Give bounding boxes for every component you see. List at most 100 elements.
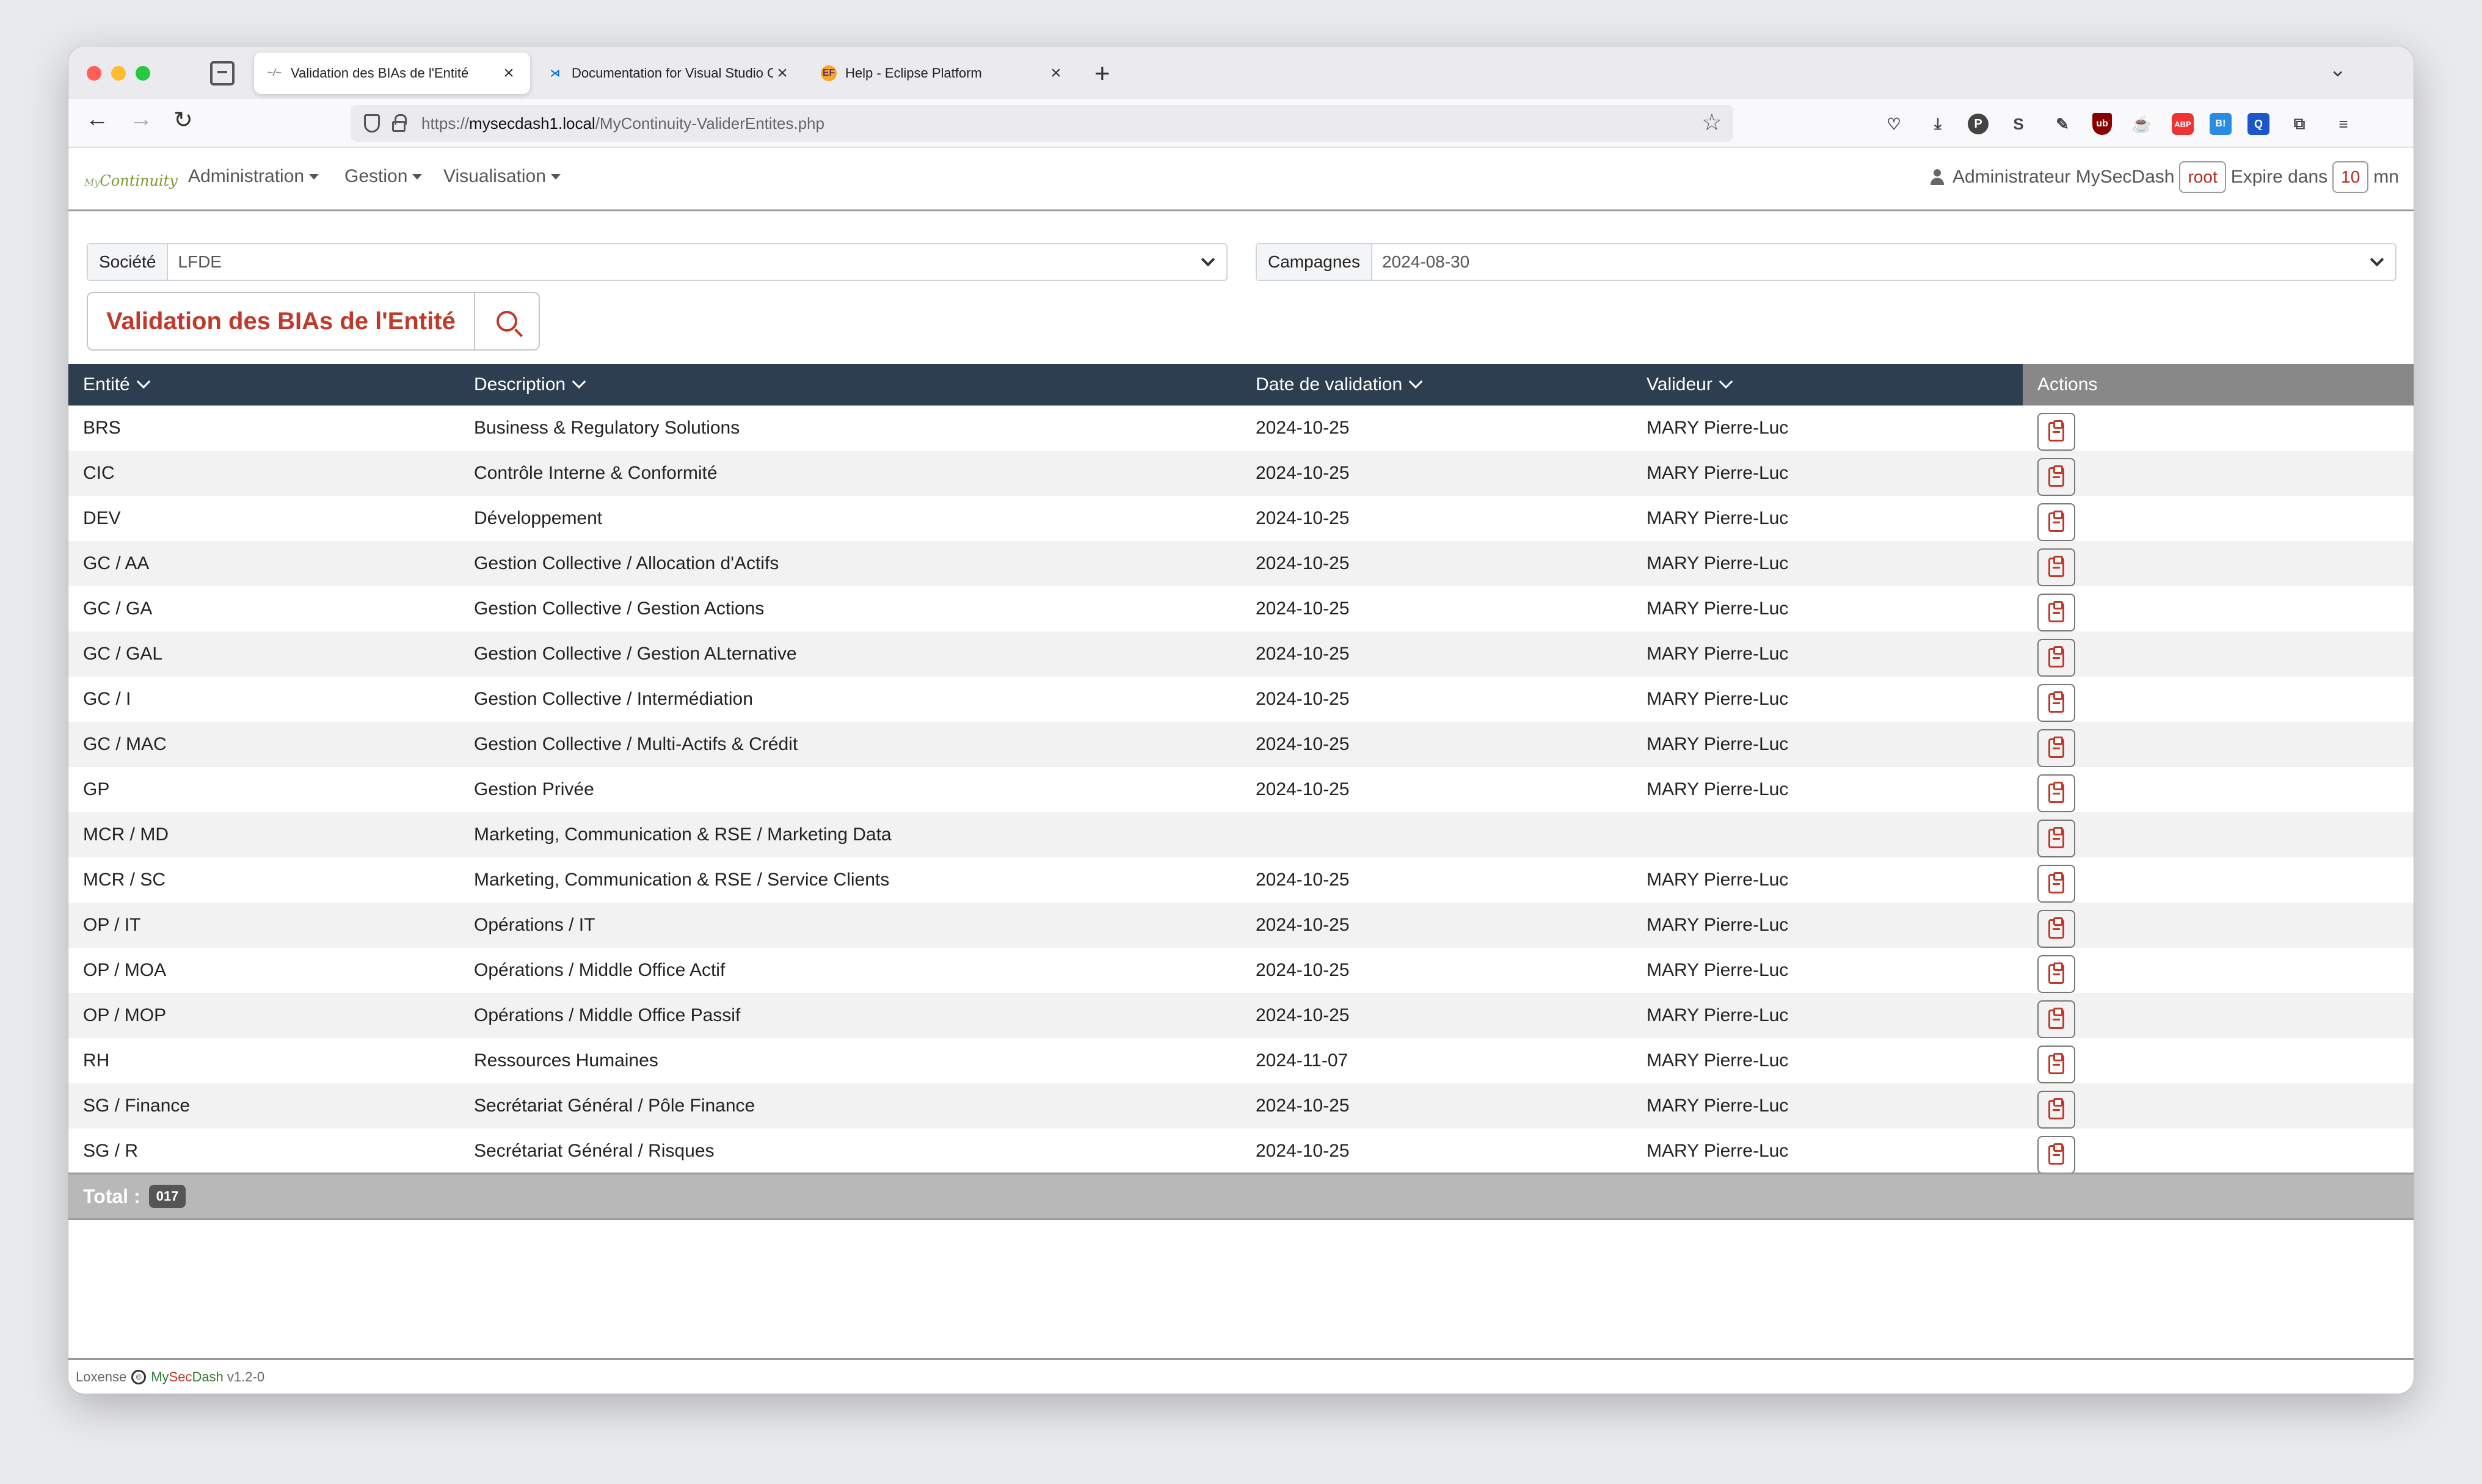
column-header-actions: Actions <box>2023 364 2414 406</box>
column-header-description[interactable]: Description <box>459 364 1241 406</box>
validate-entity-button[interactable] <box>2037 503 2075 541</box>
cell-description: Gestion Collective / Intermédiation <box>474 689 753 709</box>
societe-select[interactable]: Société LFDE <box>87 243 1228 281</box>
cell-actions <box>2023 586 2414 631</box>
chevron-down-icon[interactable] <box>2359 244 2395 280</box>
cell-description: Business & Regulatory Solutions <box>474 418 740 438</box>
tab-validation[interactable]: ~/~ Validation des BIAs de l'Entité × <box>254 53 530 94</box>
cell-entite: OP / MOA <box>83 960 167 980</box>
close-tab-icon[interactable]: × <box>500 63 518 84</box>
cell-entite: DEV <box>83 508 121 528</box>
cell-entite: GC / AA <box>83 553 150 573</box>
cell-actions <box>2023 948 2414 993</box>
validate-entity-button[interactable] <box>2037 594 2075 631</box>
column-header-date[interactable]: Date de validation <box>1241 364 1632 406</box>
clipboard-icon <box>2048 1143 2064 1165</box>
cell-date: 2024-10-25 <box>1256 508 1350 528</box>
url-text[interactable]: https://mysecdash1.local/MyContinuity-Va… <box>421 114 824 133</box>
validate-entity-button[interactable] <box>2037 865 2075 903</box>
validate-entity-button[interactable] <box>2037 548 2075 586</box>
validate-entity-button[interactable] <box>2037 684 2075 722</box>
search-button[interactable] <box>475 293 539 349</box>
validate-entity-button[interactable] <box>2037 910 2075 948</box>
footer-brand-my: My <box>151 1369 169 1384</box>
clipboard-icon <box>2048 917 2064 939</box>
user-name[interactable]: Administrateur MySecDash <box>1952 167 2174 187</box>
tab-bar: ~/~ Validation des BIAs de l'Entité × ⋊ … <box>68 46 2414 99</box>
close-tab-icon[interactable]: × <box>1047 63 1065 84</box>
sort-chevron-icon <box>572 374 586 389</box>
search-icon <box>496 311 517 332</box>
validate-entity-button[interactable] <box>2037 729 2075 767</box>
download-icon[interactable]: ⤓ <box>1924 110 1952 138</box>
validate-entity-button[interactable] <box>2037 1091 2075 1129</box>
menu-visualisation[interactable]: Visualisation <box>443 166 561 187</box>
cell-entite: GC / MAC <box>83 734 167 754</box>
page-footer: Loxense © My Sec Dash v1.2-0 <box>68 1358 2414 1394</box>
forward-arrow-icon[interactable]: → <box>129 106 153 133</box>
lock-icon[interactable] <box>392 114 407 132</box>
new-tab-icon[interactable]: + <box>1094 59 1110 89</box>
cell-entite: BRS <box>83 418 121 438</box>
caret-down-icon <box>550 173 561 180</box>
validate-entity-button[interactable] <box>2037 413 2075 451</box>
cell-description: Secrétariat Général / Risques <box>474 1141 715 1161</box>
validate-entity-button[interactable] <box>2037 639 2075 677</box>
validate-entity-button[interactable] <box>2037 458 2075 496</box>
q-extension-icon[interactable]: Q <box>2247 113 2269 135</box>
close-tab-icon[interactable]: × <box>773 63 792 84</box>
bitwarden-icon[interactable]: B! <box>2210 113 2232 135</box>
url-bar[interactable]: https://mysecdash1.local/MyContinuity-Va… <box>351 105 1733 142</box>
ublock-icon[interactable]: ub <box>2092 113 2112 135</box>
cell-date: 2024-10-25 <box>1256 1096 1350 1116</box>
cell-description: Opérations / Middle Office Actif <box>474 960 726 980</box>
cell-entite: MCR / SC <box>83 870 166 890</box>
menu-gestion[interactable]: Gestion <box>344 166 423 187</box>
validate-entity-button[interactable] <box>2037 1046 2075 1083</box>
back-arrow-icon[interactable]: ← <box>86 106 109 133</box>
cookie-extension-icon[interactable]: ☕ <box>2128 110 2156 138</box>
menu-label: Administration <box>188 166 305 186</box>
table-row: OP / IT Opérations / IT 2024-10-25 MARY Pie… <box>68 903 2414 948</box>
menu-administration[interactable]: Administration <box>188 166 319 187</box>
validate-entity-button[interactable] <box>2037 774 2075 812</box>
s-extension-icon[interactable]: S <box>2004 110 2033 138</box>
tab-list-chevron-icon[interactable]: ⌄ <box>2329 57 2347 82</box>
extensions-puzzle-icon[interactable]: ⧉ <box>2285 110 2313 138</box>
clipboard-icon <box>2048 827 2064 848</box>
minimize-window-button[interactable] <box>111 66 126 81</box>
caret-down-icon <box>412 173 423 180</box>
cell-entite: CIC <box>83 463 115 483</box>
societe-value[interactable]: LFDE <box>168 244 1190 280</box>
validate-entity-button[interactable] <box>2037 1136 2075 1174</box>
adblock-plus-icon[interactable]: ABP <box>2172 113 2194 135</box>
caret-down-icon <box>309 173 319 180</box>
close-window-button[interactable] <box>87 66 101 81</box>
mycontinuity-logo[interactable]: MyContinuity <box>84 172 178 189</box>
tab-vscode-docs[interactable]: ⋊ Documentation for Visual Studio Code × <box>535 53 804 94</box>
hamburger-menu-icon[interactable]: ≡ <box>2329 110 2357 138</box>
clipboard-icon <box>2048 511 2064 532</box>
bookmark-star-icon[interactable]: ☆ <box>1701 109 1722 136</box>
chevron-down-icon[interactable] <box>1190 244 1226 280</box>
cell-description: Contrôle Interne & Conformité <box>474 463 718 483</box>
campagnes-select[interactable]: Campagnes 2024-08-30 <box>1256 243 2396 281</box>
column-header-entite[interactable]: Entité <box>68 364 459 406</box>
validate-entity-button[interactable] <box>2037 955 2075 993</box>
cell-date: 2024-10-25 <box>1256 689 1350 709</box>
column-header-valideur[interactable]: Valideur <box>1632 364 2023 406</box>
validate-entity-button[interactable] <box>2037 820 2075 857</box>
table-row: MCR / SC Marketing, Communication & RSE /… <box>68 857 2414 903</box>
validate-entity-button[interactable] <box>2037 1000 2075 1038</box>
tab-overview-icon[interactable] <box>210 61 235 85</box>
cell-entite: SG / R <box>83 1141 139 1161</box>
tab-eclipse-help[interactable]: EF Help - Eclipse Platform × <box>809 53 1077 94</box>
eyedropper-icon[interactable]: ✎ <box>2048 110 2076 138</box>
reload-icon[interactable]: ↻ <box>173 106 193 134</box>
p-extension-icon[interactable]: P <box>1968 114 1989 134</box>
shield-icon[interactable] <box>364 114 380 133</box>
campagnes-value[interactable]: 2024-08-30 <box>1372 244 2359 280</box>
cell-date: 2024-10-25 <box>1256 644 1350 664</box>
maximize-window-button[interactable] <box>136 66 150 81</box>
pocket-icon[interactable]: ♡ <box>1880 110 1908 138</box>
